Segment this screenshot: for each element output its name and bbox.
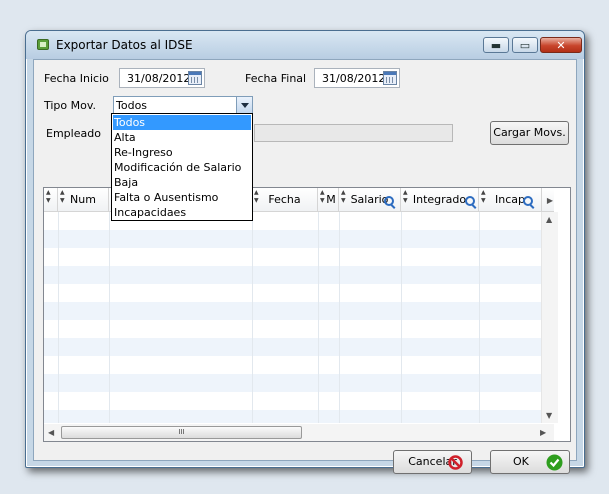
table-row[interactable]: [44, 410, 542, 423]
table-row[interactable]: [44, 230, 542, 248]
column-divider: [339, 212, 340, 423]
title-bar[interactable]: Exportar Datos al IDSE ▬ ▭ ✕: [26, 31, 584, 59]
table-row[interactable]: [44, 356, 542, 374]
fecha-final-field[interactable]: 31/08/2012: [314, 68, 400, 88]
cargar-movs-button[interactable]: Cargar Movs.: [490, 121, 569, 145]
table-row[interactable]: [44, 338, 542, 356]
column-header-fecha[interactable]: ▲ ▼ Fecha: [252, 188, 318, 212]
table-row[interactable]: [44, 284, 542, 302]
cancel-button[interactable]: Cancelar: [393, 450, 472, 474]
tipo-mov-dropdown-list[interactable]: Todos Alta Re-Ingreso Modificación de Sa…: [111, 113, 253, 221]
scroll-right-icon[interactable]: ▶: [540, 428, 546, 437]
export-dialog-window: Exportar Datos al IDSE ▬ ▭ ✕ Fecha Inici…: [25, 30, 585, 474]
table-row[interactable]: [44, 248, 542, 266]
fecha-inicio-field[interactable]: 31/08/2012: [119, 68, 205, 88]
empleado-field[interactable]: [254, 124, 453, 142]
column-divider: [479, 212, 480, 423]
sort-icon: ▲ ▼: [403, 189, 408, 204]
row-header-cell: ▲ ▼: [44, 188, 58, 212]
scroll-right-icon[interactable]: ▶: [542, 188, 558, 212]
sort-icon: ▲ ▼: [341, 189, 346, 204]
movements-table[interactable]: ▲ ▼ ▲ ▼ Num ▲ ▼ Fecha ▲ ▼ M ▲ ▼ Salario ▲ ▼ Integra…: [43, 187, 571, 442]
dropdown-option-modificacion-salario[interactable]: Modificación de Salario: [113, 160, 251, 175]
fecha-final-label: Fecha Final: [245, 72, 307, 85]
fecha-inicio-label: Fecha Inicio: [44, 72, 109, 85]
sort-icon: ▲ ▼: [60, 189, 65, 204]
table-row[interactable]: [44, 392, 542, 410]
minimize-button[interactable]: ▬: [483, 37, 509, 53]
table-row[interactable]: [44, 302, 542, 320]
window-title: Exportar Datos al IDSE: [56, 38, 193, 52]
scrollbar-thumb[interactable]: III: [61, 426, 302, 439]
column-divider: [58, 212, 59, 423]
sort-icon: ▲ ▼: [320, 189, 325, 204]
chevron-down-icon[interactable]: [236, 97, 252, 113]
search-icon[interactable]: [465, 196, 475, 206]
dropdown-option-re-ingreso[interactable]: Re-Ingreso: [113, 145, 251, 160]
column-header-integrado[interactable]: ▲ ▼ Integrado: [401, 188, 479, 212]
column-header-num[interactable]: ▲ ▼ Num: [58, 188, 109, 212]
scroll-left-icon[interactable]: ◀: [48, 428, 54, 437]
dropdown-option-falta-ausentismo[interactable]: Falta o Ausentismo: [113, 190, 251, 205]
dropdown-option-alta[interactable]: Alta: [113, 130, 251, 145]
tipo-mov-value: Todos: [116, 99, 148, 112]
table-row[interactable]: [44, 266, 542, 284]
vertical-scrollbar[interactable]: ▲ ▼: [541, 212, 558, 423]
column-divider: [401, 212, 402, 423]
dropdown-option-incapacidaes[interactable]: Incapacidaes: [113, 205, 251, 220]
column-header-salario[interactable]: ▲ ▼ Salario: [339, 188, 401, 212]
table-row[interactable]: [44, 374, 542, 392]
maximize-button[interactable]: ▭: [512, 37, 538, 53]
calendar-icon[interactable]: [383, 71, 397, 85]
sort-icon: ▲ ▼: [254, 189, 259, 204]
fecha-inicio-value: 31/08/2012: [127, 72, 191, 85]
empleado-label: Empleado: [46, 127, 101, 140]
check-icon: [546, 454, 563, 471]
ok-label: OK: [513, 455, 529, 468]
dropdown-option-todos[interactable]: Todos: [113, 115, 251, 130]
column-divider: [109, 212, 110, 423]
column-divider: [318, 212, 319, 423]
ok-button[interactable]: OK: [490, 450, 570, 474]
tipo-mov-label: Tipo Mov.: [44, 99, 97, 112]
fecha-final-value: 31/08/2012: [322, 72, 386, 85]
horizontal-scrollbar[interactable]: ◀ III ▶: [44, 424, 554, 441]
search-icon[interactable]: [523, 196, 533, 206]
calendar-icon[interactable]: [188, 71, 202, 85]
tipo-mov-combo[interactable]: Todos: [113, 96, 253, 114]
sort-icon: ▲ ▼: [46, 189, 51, 204]
search-icon[interactable]: [384, 196, 394, 206]
cancel-icon: [448, 455, 463, 470]
dropdown-option-baja[interactable]: Baja: [113, 175, 251, 190]
sort-icon: ▲ ▼: [481, 189, 486, 204]
app-icon: [37, 39, 49, 50]
column-divider: [252, 212, 253, 423]
scroll-up-icon[interactable]: ▲: [546, 215, 552, 224]
column-header-m[interactable]: ▲ ▼ M: [318, 188, 339, 212]
column-header-incap[interactable]: ▲ ▼ Incap: [479, 188, 542, 212]
scroll-down-icon[interactable]: ▼: [546, 411, 552, 420]
table-row[interactable]: [44, 320, 542, 338]
close-button[interactable]: ✕: [540, 37, 582, 53]
